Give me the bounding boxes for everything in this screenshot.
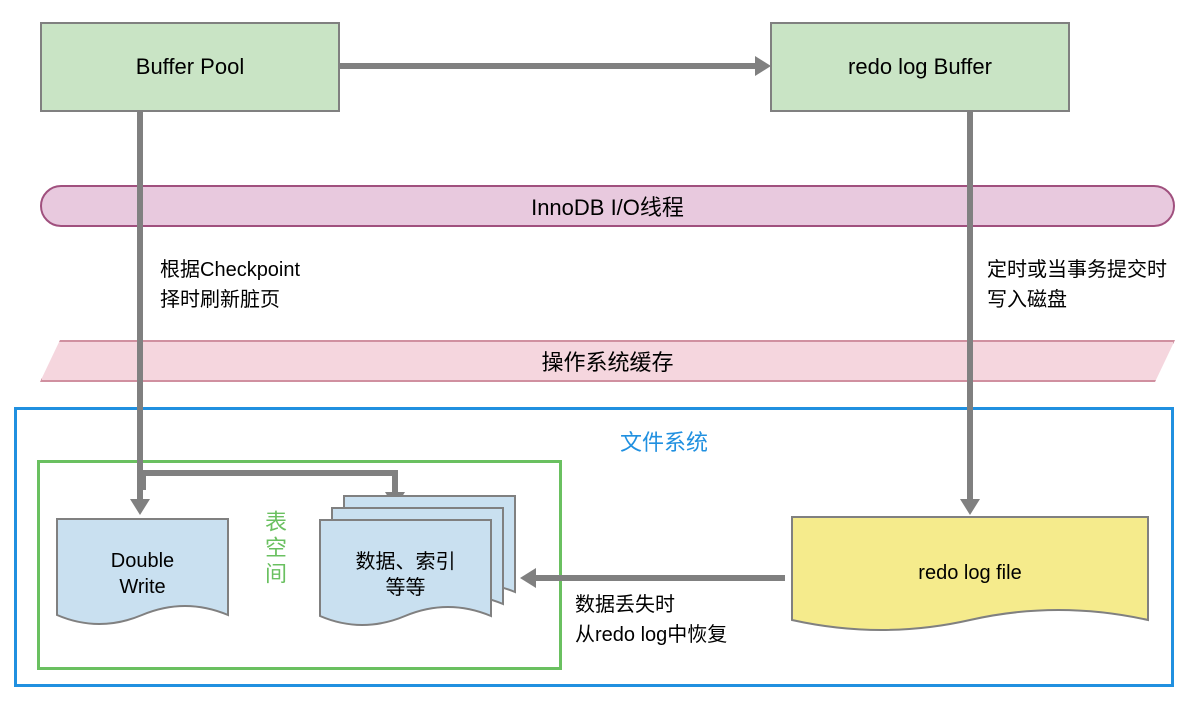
checkpoint-label: 根据Checkpoint 择时刷新脏页: [160, 255, 300, 315]
diagram-canvas: Buffer Pool redo log Buffer InnoDB I/O线程…: [0, 0, 1190, 706]
os-cache-label: 操作系统缓存: [541, 345, 673, 377]
redo-buffer-box: redo log Buffer: [770, 22, 1070, 112]
buffer-pool-box: Buffer Pool: [40, 22, 340, 112]
arrow-redobuffer-down: [967, 112, 973, 499]
redo-file-doc: redo log file: [790, 515, 1150, 645]
commit-label: 定时或当事务提交时 写入磁盘: [987, 255, 1167, 315]
filesystem-label: 文件系统: [620, 425, 708, 457]
double-write-doc: DoubleWrite: [55, 517, 230, 637]
checkpoint-line2: 择时刷新脏页: [160, 285, 300, 315]
arrow-redo-to-data: [535, 575, 785, 581]
arrow-bufferpool-down: [137, 112, 143, 499]
redo-buffer-label: redo log Buffer: [848, 54, 992, 80]
data-index-doc1: 数据、索引等等: [318, 518, 493, 638]
buffer-pool-label: Buffer Pool: [136, 54, 244, 80]
redo-file-label: redo log file: [790, 562, 1150, 585]
os-cache-bar: 操作系统缓存: [40, 340, 1175, 382]
recover-line2: 从redo log中恢复: [575, 620, 727, 650]
arrow-elbow-h: [140, 470, 392, 476]
commit-line1: 定时或当事务提交时: [987, 255, 1167, 285]
recover-label: 数据丢失时 从redo log中恢复: [575, 590, 727, 650]
innodb-threads-pill: InnoDB I/O线程: [40, 185, 1175, 227]
innodb-threads-label: InnoDB I/O线程: [531, 190, 684, 222]
checkpoint-line1: 根据Checkpoint: [160, 255, 300, 285]
arrow-buffer-to-redo: [340, 63, 755, 69]
tablespace-label: 表空间: [258, 510, 290, 588]
commit-line2: 写入磁盘: [987, 285, 1167, 315]
arrow-elbow-v2: [392, 470, 398, 492]
double-write-label: DoubleWrite: [55, 548, 230, 600]
data-index-label: 数据、索引等等: [318, 549, 493, 601]
recover-line1: 数据丢失时: [575, 590, 727, 620]
